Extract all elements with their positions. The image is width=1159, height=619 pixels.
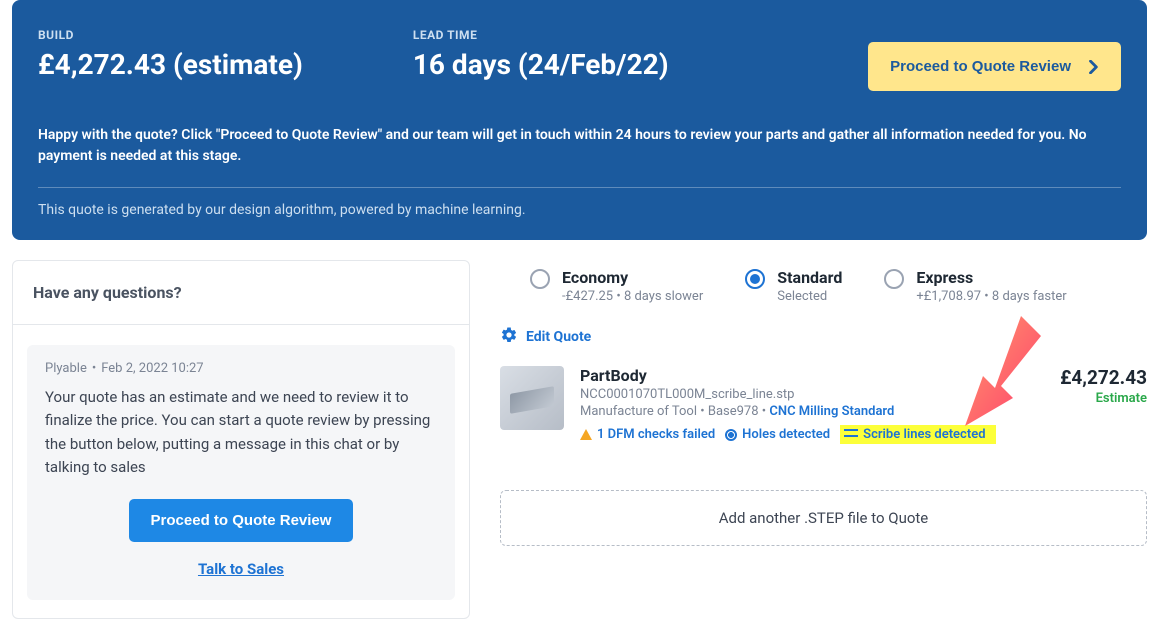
talk-to-sales-link[interactable]: Talk to Sales xyxy=(45,560,437,578)
part-meta-prefix: Manufacture of Tool • Base978 • xyxy=(580,404,769,419)
part-name: PartBody xyxy=(580,366,1044,385)
right-column: Economy -£427.25 • 8 days slower Standar… xyxy=(500,260,1147,619)
header-metrics: BUILD £4,272.43 (estimate) LEAD TIME 16 … xyxy=(38,28,779,81)
radio-icon xyxy=(745,269,765,289)
delivery-options: Economy -£427.25 • 8 days slower Standar… xyxy=(530,268,1147,304)
edit-quote-button[interactable]: Edit Quote xyxy=(500,326,1147,348)
header-description: Happy with the quote? Click "Proceed to … xyxy=(38,125,1121,167)
header-top-row: BUILD £4,272.43 (estimate) LEAD TIME 16 … xyxy=(38,28,1121,91)
delivery-option-standard[interactable]: Standard Selected xyxy=(745,268,842,304)
chat-proceed-button[interactable]: Proceed to Quote Review xyxy=(129,499,354,542)
part-meta: Manufacture of Tool • Base978 • CNC Mill… xyxy=(580,404,1044,419)
chevron-right-icon xyxy=(1089,60,1099,74)
chat-author: Plyable xyxy=(45,361,87,376)
build-label: BUILD xyxy=(38,28,303,42)
scribe-lines-badge[interactable]: Scribe lines detected xyxy=(840,425,995,444)
leadtime-block: LEAD TIME 16 days (24/Feb/22) xyxy=(413,28,669,81)
radio-icon xyxy=(884,269,904,289)
chat-actions: Proceed to Quote Review Talk to Sales xyxy=(45,499,437,578)
delivery-option-express[interactable]: Express +£1,708.97 • 8 days faster xyxy=(884,268,1066,304)
radio-icon xyxy=(530,269,550,289)
delivery-label: Standard xyxy=(777,268,842,287)
build-value: £4,272.43 (estimate) xyxy=(38,48,303,81)
chat-timestamp: Feb 2, 2022 10:27 xyxy=(101,361,203,376)
build-block: BUILD £4,272.43 (estimate) xyxy=(38,28,303,81)
header-footer-note: This quote is generated by our design al… xyxy=(38,202,1121,218)
delivery-label: Economy xyxy=(562,268,703,287)
delivery-sub: -£427.25 • 8 days slower xyxy=(562,289,703,304)
chat-message: Plyable•Feb 2, 2022 10:27 Your quote has… xyxy=(27,345,455,600)
delivery-sub: Selected xyxy=(777,289,842,304)
holes-badge[interactable]: Holes detected xyxy=(725,427,830,442)
dfm-text: 1 DFM checks failed xyxy=(597,427,715,442)
questions-card: Have any questions? Plyable•Feb 2, 2022 … xyxy=(12,260,470,619)
dfm-badge[interactable]: 1 DFM checks failed xyxy=(580,427,715,442)
edit-quote-label: Edit Quote xyxy=(526,329,591,345)
price-sub: Estimate xyxy=(1060,391,1147,406)
delivery-option-economy[interactable]: Economy -£427.25 • 8 days slower xyxy=(530,268,703,304)
holes-text: Holes detected xyxy=(742,427,830,442)
leadtime-value: 16 days (24/Feb/22) xyxy=(413,48,669,81)
delivery-label: Express xyxy=(916,268,1066,287)
holes-icon xyxy=(725,429,737,441)
quote-header-card: BUILD £4,272.43 (estimate) LEAD TIME 16 … xyxy=(12,0,1147,240)
part-file-name: NCC0001070TL000M_scribe_line.stp xyxy=(580,387,1044,402)
warning-icon xyxy=(580,429,592,440)
chat-meta: Plyable•Feb 2, 2022 10:27 xyxy=(45,361,437,376)
part-process-link[interactable]: CNC Milling Standard xyxy=(769,404,894,419)
add-step-file-button[interactable]: Add another .STEP file to Quote xyxy=(500,490,1147,546)
gear-icon xyxy=(500,326,518,348)
part-price: £4,272.43 Estimate xyxy=(1060,366,1147,406)
leadtime-label: LEAD TIME xyxy=(413,28,669,42)
part-info: PartBody NCC0001070TL000M_scribe_line.st… xyxy=(580,366,1044,444)
proceed-to-quote-review-button[interactable]: Proceed to Quote Review xyxy=(868,42,1121,91)
part-badges: 1 DFM checks failed Holes detected Scrib… xyxy=(580,425,1044,444)
scribe-text: Scribe lines detected xyxy=(863,427,985,442)
questions-title: Have any questions? xyxy=(13,283,469,325)
delivery-sub: +£1,708.97 • 8 days faster xyxy=(916,289,1066,304)
chat-body: Your quote has an estimate and we need t… xyxy=(45,386,437,479)
part-thumbnail[interactable] xyxy=(500,366,564,430)
price-value: £4,272.43 xyxy=(1060,366,1147,389)
proceed-button-label: Proceed to Quote Review xyxy=(890,58,1071,75)
part-row: PartBody NCC0001070TL000M_scribe_line.st… xyxy=(500,366,1147,444)
content-row: Have any questions? Plyable•Feb 2, 2022 … xyxy=(0,260,1159,619)
scribe-lines-icon xyxy=(844,427,858,442)
header-divider xyxy=(38,187,1121,188)
